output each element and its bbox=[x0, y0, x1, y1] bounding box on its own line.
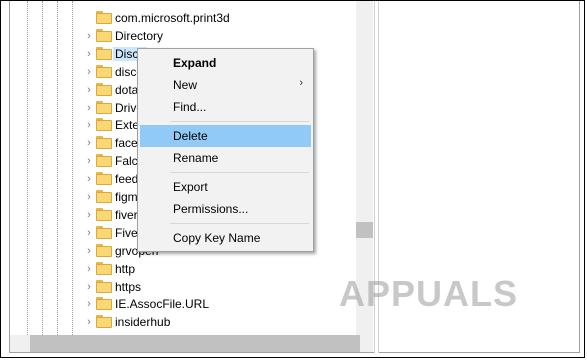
tree-item-label: http bbox=[115, 261, 136, 276]
chevron-right-icon[interactable]: › bbox=[83, 48, 95, 60]
menu-item-label: New bbox=[173, 78, 198, 92]
menu-item-label: Rename bbox=[173, 151, 219, 165]
folder-icon bbox=[96, 190, 112, 203]
chevron-right-icon[interactable]: › bbox=[83, 245, 95, 257]
menu-item-delete[interactable]: Delete bbox=[140, 125, 311, 147]
tree-item[interactable]: › Directory bbox=[10, 27, 355, 45]
menu-separator bbox=[170, 223, 309, 224]
folder-icon bbox=[96, 64, 112, 78]
folder-icon bbox=[96, 82, 112, 96]
menu-item-rename[interactable]: Rename bbox=[140, 147, 311, 169]
tree-item[interactable]: › http bbox=[10, 260, 355, 278]
folder-icon bbox=[96, 207, 112, 221]
tree-item[interactable]: com.microsoft.print3d bbox=[10, 9, 355, 27]
menu-item-new[interactable]: New › bbox=[140, 74, 311, 96]
menu-item-label: Export bbox=[173, 180, 208, 194]
menu-item-export[interactable]: Export bbox=[140, 176, 311, 198]
chevron-right-icon[interactable]: › bbox=[83, 209, 95, 221]
folder-icon bbox=[96, 28, 112, 42]
tree-item-label: fiver bbox=[115, 207, 138, 222]
folder-icon bbox=[96, 136, 112, 150]
folder-icon bbox=[96, 46, 112, 60]
chevron-right-icon[interactable]: › bbox=[83, 102, 95, 114]
tree-item-label: insiderhub bbox=[115, 315, 171, 330]
folder-icon bbox=[96, 279, 112, 293]
chevron-right-icon[interactable]: › bbox=[83, 281, 95, 293]
chevron-right-icon[interactable]: › bbox=[83, 30, 95, 42]
tree-item-label: Directory bbox=[115, 28, 164, 43]
chevron-right-icon[interactable]: › bbox=[83, 298, 95, 310]
chevron-right-icon[interactable]: › bbox=[83, 316, 95, 328]
folder-icon bbox=[96, 315, 112, 329]
menu-item-label: Copy Key Name bbox=[173, 231, 261, 245]
tree-item-label: IE.AssocFile.URL bbox=[115, 297, 210, 312]
folder-icon bbox=[96, 243, 112, 257]
chevron-right-icon[interactable]: › bbox=[83, 155, 95, 167]
submenu-arrow-icon: › bbox=[299, 77, 303, 89]
menu-separator bbox=[170, 121, 309, 122]
tree-item-label: com.microsoft.print3d bbox=[115, 11, 230, 25]
chevron-right-icon[interactable]: › bbox=[83, 66, 95, 78]
registry-editor-window: com.microsoft.print3d › Directory › Disco › di… bbox=[0, 0, 585, 358]
vertical-scrollbar-thumb[interactable] bbox=[356, 222, 373, 238]
tree-item-label: dota bbox=[115, 82, 139, 97]
chevron-right-icon[interactable]: › bbox=[83, 263, 95, 275]
menu-item-expand[interactable]: Expand bbox=[140, 52, 311, 74]
folder-icon bbox=[96, 172, 112, 186]
chevron-right-icon[interactable]: › bbox=[83, 227, 95, 239]
chevron-right-icon[interactable]: › bbox=[83, 119, 95, 131]
horizontal-scrollbar[interactable] bbox=[10, 335, 373, 352]
menu-item-label: Delete bbox=[173, 129, 208, 143]
folder-icon bbox=[96, 225, 112, 239]
menu-item-label: Permissions... bbox=[173, 202, 249, 216]
menu-separator bbox=[170, 172, 309, 173]
horizontal-scrollbar-thumb[interactable] bbox=[30, 335, 360, 352]
chevron-right-icon[interactable]: › bbox=[83, 173, 95, 185]
chevron-right-icon[interactable]: › bbox=[83, 137, 95, 149]
menu-item-label: Expand bbox=[173, 56, 217, 70]
tree-item-label: face bbox=[115, 136, 138, 151]
chevron-right-icon[interactable]: › bbox=[83, 84, 95, 96]
folder-icon bbox=[96, 261, 112, 275]
tree-item-label: feed bbox=[115, 172, 139, 187]
folder-icon bbox=[96, 11, 112, 24]
folder-icon bbox=[96, 118, 112, 132]
folder-icon bbox=[96, 154, 112, 168]
tree-item-label: figm bbox=[115, 190, 138, 204]
menu-item-copy-key-name[interactable]: Copy Key Name bbox=[140, 227, 311, 249]
tree-item[interactable]: › insiderhub bbox=[10, 313, 355, 331]
folder-icon bbox=[96, 297, 112, 311]
watermark-logo: APPUALS bbox=[339, 273, 519, 314]
menu-item-label: Find... bbox=[173, 100, 207, 114]
menu-item-permissions[interactable]: Permissions... bbox=[140, 198, 311, 220]
tree-item-label: Five bbox=[115, 225, 138, 240]
tree-item-label: Exte bbox=[115, 118, 140, 133]
tree-item[interactable]: › https bbox=[10, 278, 355, 296]
context-menu: Expand New › Find... Delete Rename Expor… bbox=[137, 48, 314, 252]
menu-item-find[interactable]: Find... bbox=[140, 96, 311, 118]
tree-item[interactable]: › IE.AssocFile.URL bbox=[10, 295, 355, 313]
chevron-right-icon[interactable]: › bbox=[83, 191, 95, 203]
folder-icon bbox=[96, 100, 112, 114]
tree-item-label: Falc bbox=[115, 154, 138, 169]
tree-item-label: https bbox=[115, 279, 142, 294]
